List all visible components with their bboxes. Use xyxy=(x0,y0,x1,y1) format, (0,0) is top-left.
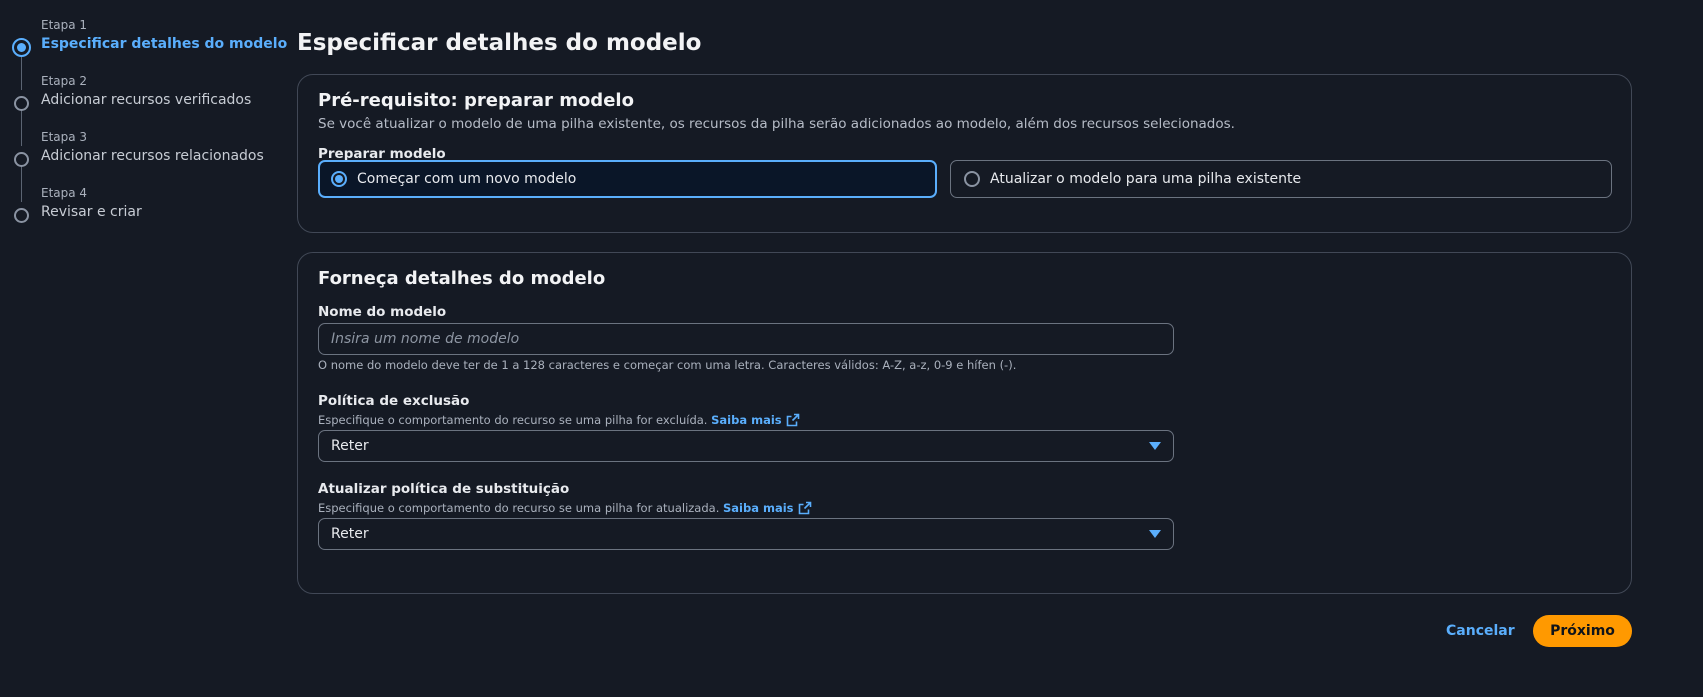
step-indicator-icon xyxy=(14,152,29,167)
page-title: Especificar detalhes do modelo xyxy=(297,30,702,56)
external-link-icon[interactable] xyxy=(798,501,812,515)
caret-down-icon[interactable] xyxy=(1149,442,1161,450)
step-3: Etapa 3 Adicionar recursos relacionados xyxy=(13,130,273,202)
step-number: Etapa 1 xyxy=(41,18,88,32)
step-indicator-active-icon xyxy=(12,38,31,57)
select-value: Reter xyxy=(331,526,369,542)
template-name-input[interactable] xyxy=(318,323,1174,355)
step-title: Adicionar recursos verificados xyxy=(41,92,252,108)
wizard-stepper: Etapa 1 Especificar detalhes do modelo E… xyxy=(12,18,287,242)
cancel-button[interactable]: Cancelar xyxy=(1430,615,1531,647)
radio-selected-icon[interactable] xyxy=(331,171,347,187)
step-number: Etapa 3 xyxy=(41,130,88,144)
step-title: Adicionar recursos relacionados xyxy=(41,148,264,164)
template-name-hint: O nome do modelo deve ter de 1 a 128 car… xyxy=(318,358,1017,372)
step-indicator-icon xyxy=(14,208,29,223)
replace-learn-more-link[interactable]: Saiba mais xyxy=(723,501,812,515)
prerequisite-panel: Pré-requisito: preparar modelo Se você a… xyxy=(297,74,1632,233)
radio-unselected-icon[interactable] xyxy=(964,171,980,187)
deletion-policy-description: Especifique o comportamento do recurso s… xyxy=(318,413,800,427)
option-label: Atualizar o modelo para uma pilha existe… xyxy=(990,171,1302,187)
step-1[interactable]: Etapa 1 Especificar detalhes do modelo xyxy=(12,18,287,90)
option-existing-stack[interactable]: Atualizar o modelo para uma pilha existe… xyxy=(950,160,1612,198)
deletion-policy-text: Especifique o comportamento do recurso s… xyxy=(318,413,708,427)
link-label[interactable]: Saiba mais xyxy=(711,413,782,427)
option-label: Começar com um novo modelo xyxy=(357,171,577,187)
step-indicator-icon xyxy=(14,96,29,111)
step-title[interactable]: Especificar detalhes do modelo xyxy=(41,36,287,52)
template-details-panel: Forneça detalhes do modelo Nome do model… xyxy=(297,252,1632,594)
replace-policy-select[interactable]: Reter xyxy=(318,518,1174,550)
deletion-policy-label: Política de exclusão xyxy=(318,393,470,409)
link-label[interactable]: Saiba mais xyxy=(723,501,794,515)
deletion-learn-more-link[interactable]: Saiba mais xyxy=(711,413,800,427)
step-title: Revisar e criar xyxy=(41,204,142,220)
app-root: Etapa 1 Especificar detalhes do modelo E… xyxy=(0,0,1703,697)
replace-policy-label: Atualizar política de substituição xyxy=(318,481,570,497)
replace-policy-description: Especifique o comportamento do recurso s… xyxy=(318,501,812,515)
step-number: Etapa 4 xyxy=(41,186,88,200)
external-link-icon[interactable] xyxy=(786,413,800,427)
caret-down-icon[interactable] xyxy=(1149,530,1161,538)
prerequisite-heading: Pré-requisito: preparar modelo xyxy=(318,90,634,111)
prerequisite-description: Se você atualizar o modelo de uma pilha … xyxy=(318,116,1235,132)
deletion-policy-select[interactable]: Reter xyxy=(318,430,1174,462)
details-heading: Forneça detalhes do modelo xyxy=(318,268,606,289)
step-2: Etapa 2 Adicionar recursos verificados xyxy=(13,74,273,146)
next-button[interactable]: Próximo xyxy=(1533,615,1632,647)
step-4: Etapa 4 Revisar e criar xyxy=(13,186,273,242)
select-value: Reter xyxy=(331,438,369,454)
step-number: Etapa 2 xyxy=(41,74,88,88)
option-new-template[interactable]: Começar com um novo modelo xyxy=(318,160,937,198)
template-name-label: Nome do modelo xyxy=(318,304,447,320)
replace-policy-text: Especifique o comportamento do recurso s… xyxy=(318,501,720,515)
